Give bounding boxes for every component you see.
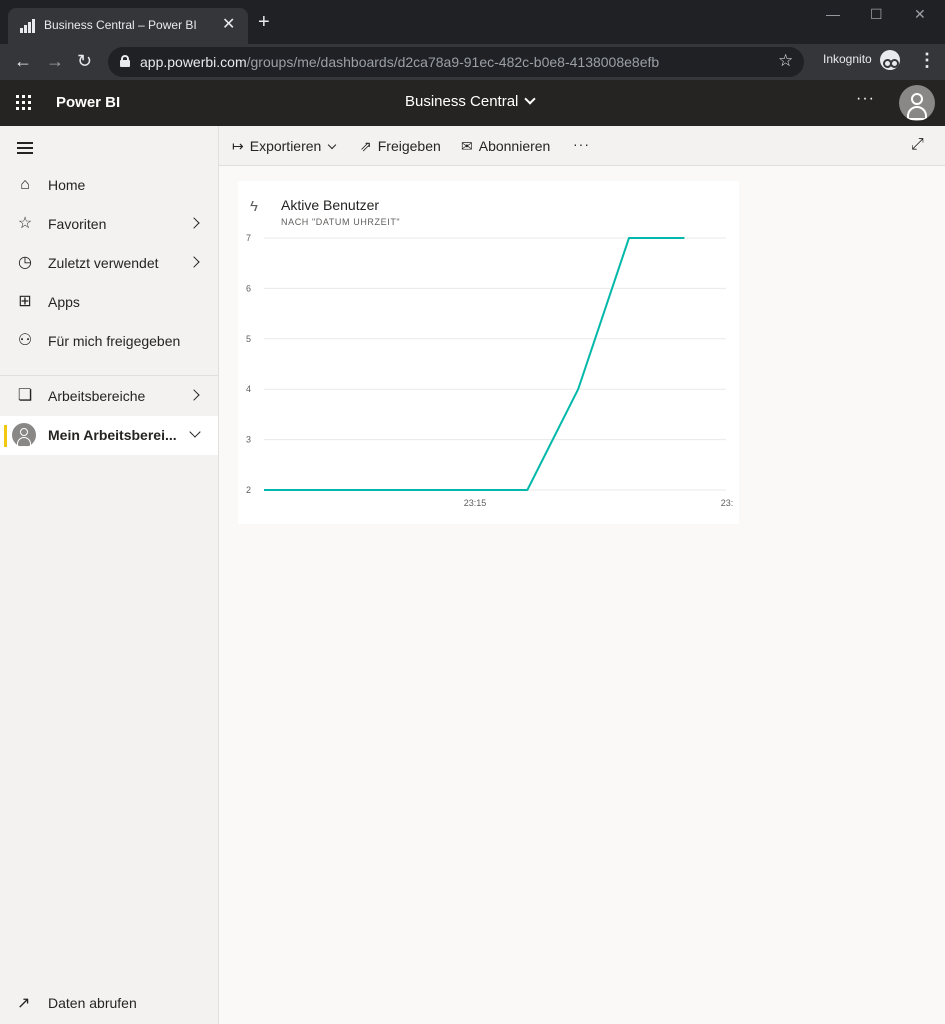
nav-item-recent[interactable]: ◷ Zuletzt verwendet bbox=[0, 244, 218, 283]
nav-item-label: Arbeitsbereiche bbox=[48, 388, 146, 404]
export-button[interactable]: ↦ Exportieren bbox=[232, 138, 337, 155]
y-axis-ticks: 2 3 4 5 6 7 bbox=[246, 233, 251, 495]
nav-item-label: Mein Arbeitsberei... bbox=[48, 427, 177, 443]
window-close-icon[interactable]: ✕ bbox=[914, 6, 926, 23]
chart-tile[interactable]: ϟ Aktive Benutzer NACH "DATUM UHRZEIT" 2… bbox=[238, 181, 739, 524]
fullscreen-icon[interactable]: ⤢ bbox=[911, 136, 924, 154]
apps-icon: ⊞ bbox=[18, 293, 32, 310]
nav-item-label: Zuletzt verwendet bbox=[48, 255, 159, 271]
arrow-up-right-icon: ↗ bbox=[17, 995, 31, 1012]
nav-item-label: Home bbox=[48, 177, 86, 193]
app-launcher-icon[interactable] bbox=[16, 95, 32, 111]
y-tick-label: 7 bbox=[246, 233, 251, 243]
chevron-right-icon bbox=[188, 389, 200, 401]
maximize-icon[interactable]: ☐ bbox=[870, 6, 883, 23]
workspaces-icon: ❏ bbox=[17, 387, 33, 404]
powerbi-favicon-icon bbox=[20, 19, 36, 33]
url-input[interactable]: app.powerbi.com/groups/me/dashboards/d2c… bbox=[108, 47, 804, 77]
nav-item-favorites[interactable]: ☆ Favoriten bbox=[0, 205, 218, 244]
nav-item-home[interactable]: ⌂ Home bbox=[0, 166, 218, 205]
new-tab-button[interactable]: + bbox=[258, 12, 270, 32]
y-tick-label: 4 bbox=[246, 384, 251, 394]
more-options-icon[interactable]: ··· bbox=[573, 136, 590, 152]
chevron-down-icon bbox=[189, 426, 201, 438]
home-icon: ⌂ bbox=[20, 176, 30, 193]
browser-tab-bar: Business Central – Power BI ✕ + — ☐ ✕ bbox=[0, 0, 945, 44]
get-data-label: Daten abrufen bbox=[48, 995, 137, 1011]
series-line bbox=[264, 237, 685, 491]
star-icon: ☆ bbox=[17, 215, 33, 232]
incognito-label: Inkognito bbox=[823, 52, 872, 66]
chevron-down-icon bbox=[524, 93, 537, 105]
workspace-switcher[interactable]: Business Central bbox=[405, 93, 537, 110]
nav-item-label: Für mich freigegeben bbox=[48, 333, 181, 349]
nav-item-label: Apps bbox=[48, 294, 80, 310]
y-tick-label: 5 bbox=[246, 334, 251, 344]
url-text: app.powerbi.com/groups/me/dashboards/d2c… bbox=[140, 54, 660, 70]
chevron-right-icon bbox=[188, 256, 200, 268]
x-tick-label: 23: bbox=[721, 498, 734, 508]
tab-close-icon[interactable]: ✕ bbox=[222, 16, 235, 34]
chevron-down-icon bbox=[328, 140, 337, 150]
nav-item-workspaces[interactable]: ❏ Arbeitsbereiche bbox=[0, 377, 218, 416]
bookmark-star-icon[interactable]: ☆ bbox=[778, 51, 793, 71]
nav-item-label: Favoriten bbox=[48, 216, 107, 232]
powerbi-header: Power BI Business Central ··· bbox=[0, 80, 945, 126]
active-indicator bbox=[4, 425, 7, 447]
nav-item-shared[interactable]: ⚇ Für mich freigegeben bbox=[0, 322, 218, 361]
more-options-icon[interactable]: ··· bbox=[856, 90, 875, 108]
tab-title: Business Central – Power BI bbox=[44, 18, 197, 32]
chart-series bbox=[263, 237, 685, 491]
user-avatar[interactable] bbox=[899, 85, 935, 121]
nav-item-my-workspace[interactable]: Mein Arbeitsberei... bbox=[0, 416, 218, 455]
subscribe-button[interactable]: ✉ Abonnieren bbox=[461, 138, 550, 155]
chevron-right-icon bbox=[188, 217, 200, 229]
minimize-icon[interactable]: — bbox=[826, 6, 840, 22]
address-bar: ← → ↻ app.powerbi.com/groups/me/dashboar… bbox=[0, 44, 945, 80]
x-axis-ticks: 23:15 23: bbox=[464, 498, 734, 508]
forward-arrow-icon[interactable]: → bbox=[46, 50, 64, 72]
nav-divider bbox=[0, 375, 218, 376]
nav-item-apps[interactable]: ⊞ Apps bbox=[0, 283, 218, 322]
left-navigation: ⌂ Home ☆ Favoriten ◷ Zuletzt verwendet ⊞… bbox=[0, 126, 219, 1024]
reload-icon[interactable]: ↻ bbox=[77, 50, 92, 72]
mail-icon: ✉ bbox=[461, 138, 473, 154]
browser-menu-icon[interactable]: ⋮ bbox=[918, 50, 936, 70]
share-button[interactable]: ⇗ Freigeben bbox=[360, 138, 441, 155]
y-tick-label: 3 bbox=[246, 435, 251, 445]
hamburger-menu-icon[interactable] bbox=[17, 142, 33, 154]
user-avatar-icon bbox=[12, 423, 36, 447]
chart-grid bbox=[264, 237, 726, 491]
y-tick-label: 6 bbox=[246, 283, 251, 293]
incognito-icon[interactable] bbox=[880, 50, 900, 70]
share-icon: ⇗ bbox=[360, 138, 372, 154]
clock-icon: ◷ bbox=[18, 254, 32, 271]
get-data-button[interactable]: ↗ Daten abrufen bbox=[0, 983, 218, 1022]
shared-icon: ⚇ bbox=[17, 332, 33, 349]
lock-icon bbox=[120, 55, 130, 67]
browser-tab[interactable]: Business Central – Power BI ✕ bbox=[8, 8, 248, 44]
dashboard-canvas: ϟ Aktive Benutzer NACH "DATUM UHRZEIT" 2… bbox=[219, 166, 945, 1024]
back-arrow-icon[interactable]: ← bbox=[14, 50, 32, 72]
x-tick-label: 23:15 bbox=[464, 498, 487, 508]
dashboard-toolbar: ↦ Exportieren ⇗ Freigeben ✉ Abonnieren ··· … bbox=[219, 126, 945, 166]
y-tick-label: 2 bbox=[246, 485, 251, 495]
export-arrow-icon: ↦ bbox=[232, 138, 244, 154]
line-chart: 2 3 4 5 6 7 23:15 23: bbox=[246, 233, 734, 508]
app-brand[interactable]: Power BI bbox=[56, 94, 120, 111]
